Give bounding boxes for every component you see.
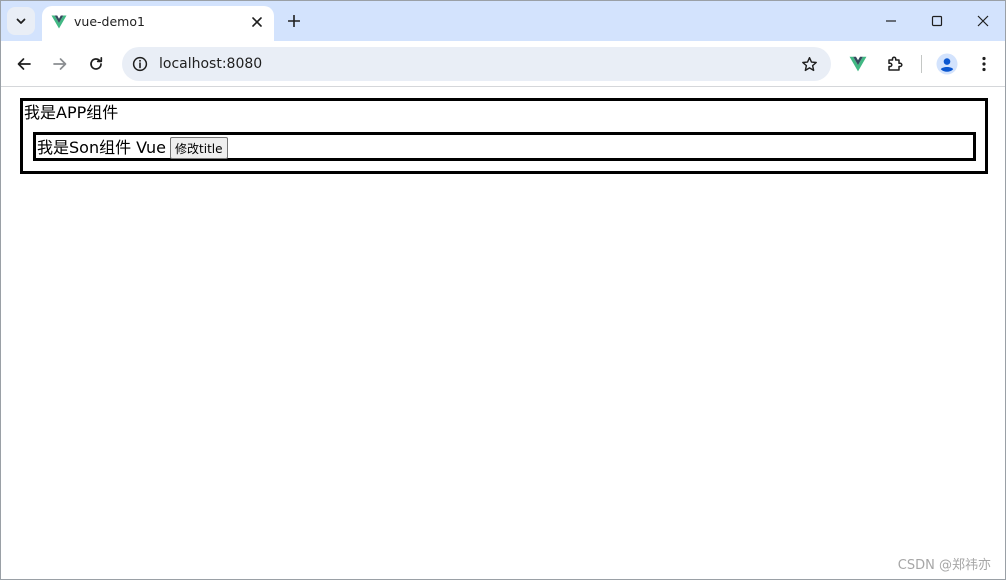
close-icon [252, 17, 262, 27]
forward-arrow-icon [53, 58, 67, 70]
profile-button[interactable] [935, 52, 959, 76]
maximize-button[interactable] [915, 6, 959, 36]
page-viewport: 我是APP组件 我是Son组件 Vue 修改title CSDN @郑祎亦 [1, 88, 1005, 579]
tab-search-button[interactable] [7, 7, 35, 35]
puzzle-icon [888, 56, 903, 71]
tab-close-button[interactable] [248, 13, 266, 31]
minimize-icon [886, 20, 896, 22]
toolbar-separator [921, 55, 922, 73]
reload-button[interactable] [82, 50, 110, 78]
extensions-button[interactable] [883, 52, 907, 76]
site-info-button[interactable] [131, 55, 149, 73]
modify-title-button[interactable]: 修改title [170, 137, 228, 159]
son-component-box: 我是Son组件 Vue 修改title [33, 132, 976, 161]
minimize-button[interactable] [869, 6, 913, 36]
back-arrow-icon [17, 58, 31, 70]
son-component-row: 我是Son组件 Vue 修改title [37, 137, 228, 159]
address-bar[interactable]: localhost:8080 [122, 47, 831, 81]
app-component-box: 我是APP组件 我是Son组件 Vue 修改title [20, 98, 988, 174]
forward-button[interactable] [46, 50, 74, 78]
star-icon [801, 56, 817, 71]
back-button[interactable] [10, 50, 38, 78]
maximize-icon [931, 15, 943, 27]
info-icon [132, 56, 148, 72]
profile-icon [936, 53, 958, 75]
kebab-menu-icon [982, 56, 986, 72]
app-component-label: 我是APP组件 [24, 103, 119, 122]
tab-strip: vue-demo1 [1, 1, 1005, 41]
vue-logo-icon [51, 15, 67, 29]
close-icon [977, 15, 989, 27]
plus-icon [288, 15, 300, 27]
vue-devtools-icon [849, 56, 867, 72]
window-close-button[interactable] [961, 6, 1005, 36]
address-url: localhost:8080 [159, 56, 263, 72]
new-tab-button[interactable] [283, 10, 305, 32]
watermark: CSDN @郑祎亦 [897, 558, 991, 573]
vue-devtools-button[interactable] [846, 52, 870, 76]
browser-window: vue-demo1 localhost:8080 我是APP组件 我是Son组件… [0, 0, 1006, 580]
bookmark-button[interactable] [800, 55, 818, 73]
browser-menu-button[interactable] [972, 52, 996, 76]
tab-title: vue-demo1 [74, 14, 145, 29]
reload-icon [90, 56, 103, 70]
son-component-label: 我是Son组件 Vue [37, 138, 167, 157]
browser-toolbar: localhost:8080 [1, 41, 1005, 87]
tab-vue-demo1[interactable]: vue-demo1 [42, 6, 274, 41]
chevron-down-icon [16, 18, 26, 24]
